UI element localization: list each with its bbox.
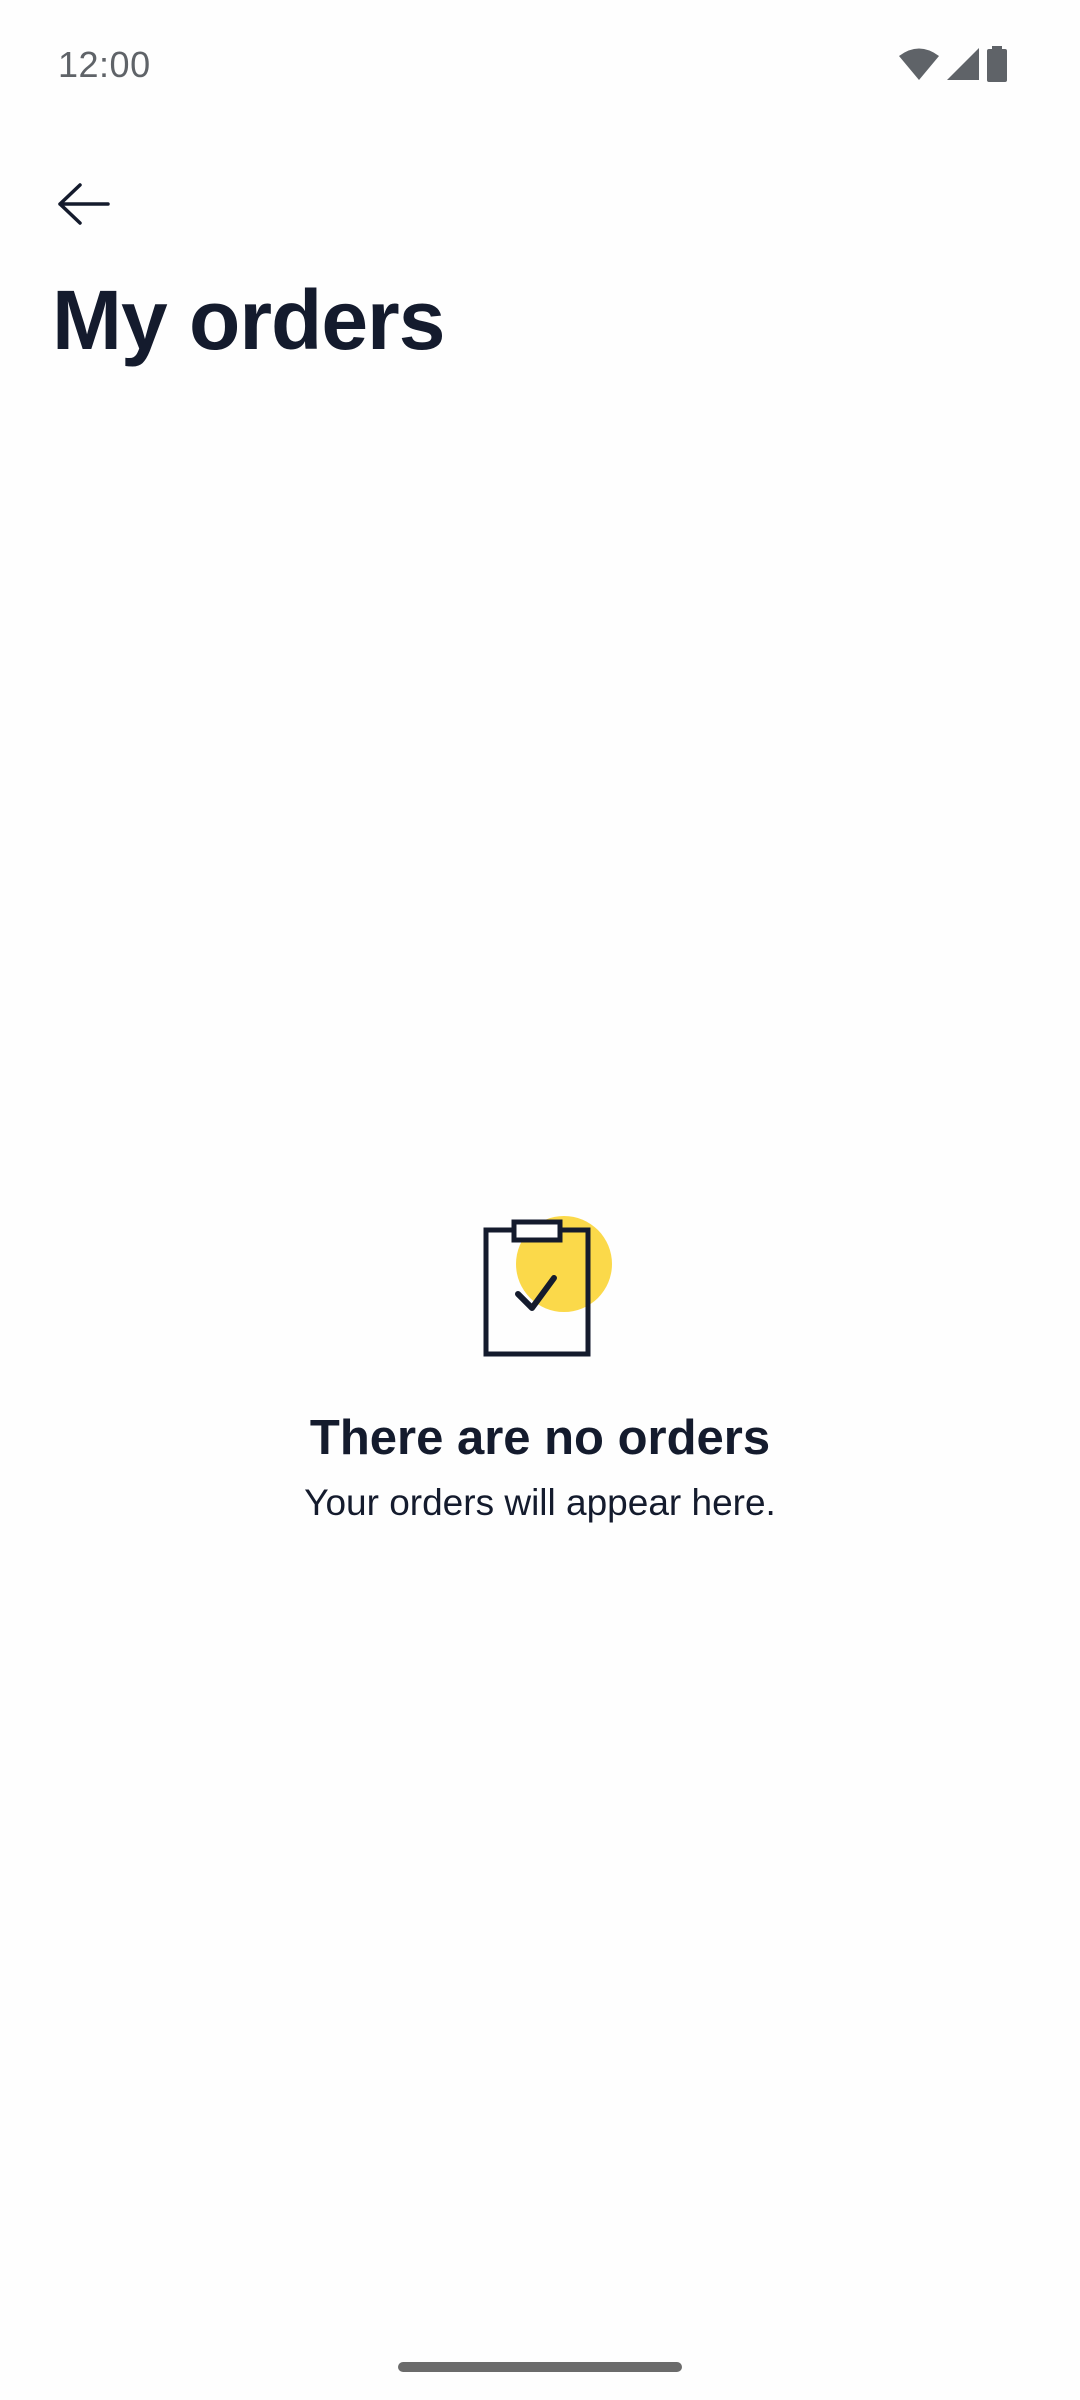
empty-state: There are no orders Your orders will app… [0,1200,1080,1524]
cellular-signal-icon [947,48,979,80]
arrow-left-icon [58,183,110,225]
status-bar: 12:00 [0,0,1080,130]
clipboard-check-icon [483,1216,612,1357]
empty-state-subtitle: Your orders will appear here. [304,1482,776,1523]
battery-icon [987,46,1007,82]
empty-state-title: There are no orders [309,1411,771,1465]
status-time: 12:00 [58,44,151,85]
status-icons [898,46,1008,82]
page-title: My orders [52,273,445,367]
home-indicator[interactable] [398,2362,682,2372]
back-button[interactable] [40,164,128,244]
wifi-icon [899,48,939,80]
